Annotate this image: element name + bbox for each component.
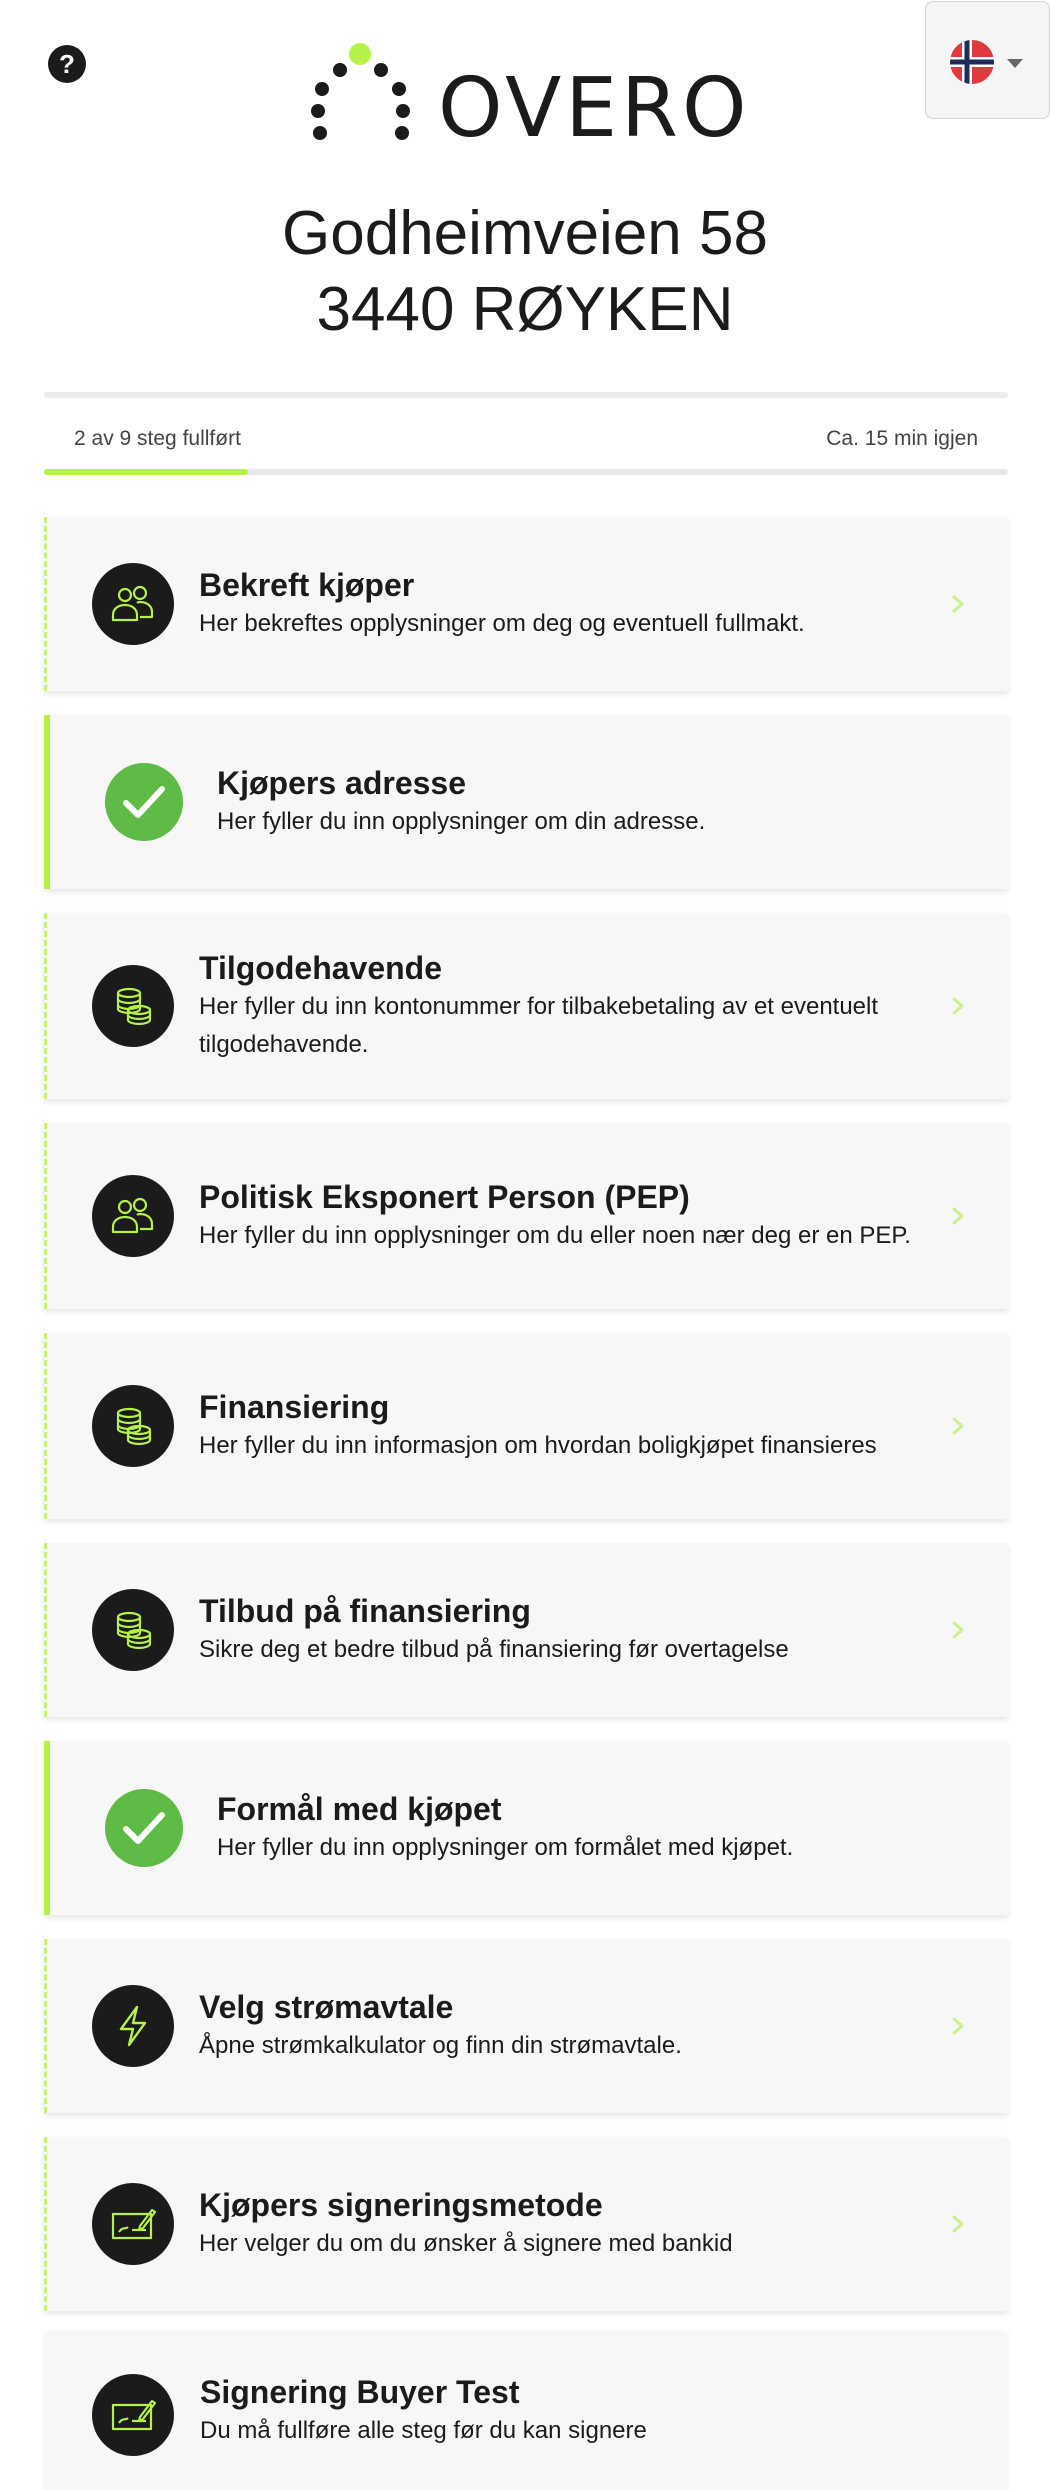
checkmark-icon	[105, 1789, 183, 1867]
chevron-right-icon	[946, 1415, 968, 1437]
step-card[interactable]: Bekreft kjøper Her bekreftes opplysninger…	[44, 517, 1008, 691]
overo-logo: OVERO	[305, 38, 747, 150]
step-description: Du må fullføre alle steg før du kan sign…	[200, 2417, 647, 2444]
step-description: Her fyller du inn opplysninger om du ell…	[199, 1222, 911, 1249]
property-address: Godheimveien 58 3440 RØYKEN	[0, 196, 1050, 348]
step-title: Tilbud på finansiering	[199, 1593, 531, 1629]
step-card[interactable]: Formål med kjøpet Her fyller du inn opply…	[44, 1741, 1008, 1915]
step-text: Politisk Eksponert Person (PEP) Her fylle…	[199, 1177, 939, 1255]
language-selector[interactable]	[925, 1, 1050, 119]
step-card[interactable]: Kjøpers adresse Her fyller du inn opplysn…	[44, 715, 1008, 889]
step-title: Bekreft kjøper	[199, 567, 415, 603]
step-text: Finansiering Her fyller du inn informasjo…	[199, 1387, 939, 1465]
address-postal: 3440 RØYKEN	[316, 275, 734, 344]
step-card[interactable]: Kjøpers signeringsmetode Her velger du om…	[44, 2137, 1008, 2311]
step-description: Her fyller du inn opplysninger om formål…	[217, 1834, 794, 1861]
step-description: Her fyller du inn informasjon om hvordan…	[199, 1432, 877, 1459]
step-card[interactable]: Signering Buyer Test Du må fullføre alle …	[44, 2335, 1008, 2490]
step-description: Åpne strømkalkulator og finn din strømav…	[199, 2032, 682, 2059]
step-title: Kjøpers adresse	[217, 765, 467, 801]
step-description: Sikre deg et bedre tilbud på finansierin…	[199, 1636, 789, 1663]
logo-text: OVERO	[438, 61, 751, 156]
lightning-icon	[92, 1985, 174, 2067]
step-description: Her fyller du inn kontonummer for tilbak…	[199, 993, 879, 1058]
coins-icon	[92, 1385, 174, 1467]
progress-time-left: Ca. 15 min igjen	[826, 427, 978, 450]
signature-icon	[92, 2183, 174, 2265]
chevron-right-icon	[946, 1619, 968, 1641]
norway-flag-icon	[950, 40, 994, 84]
step-text: Tilbud på finansiering Sikre deg et bedre…	[199, 1591, 939, 1669]
chevron-right-icon	[946, 593, 968, 615]
step-description: Her bekreftes opplysninger om deg og eve…	[199, 610, 805, 637]
divider	[44, 392, 1008, 398]
step-text: Tilgodehavende Her fyller du inn kontonum…	[199, 948, 939, 1064]
step-card[interactable]: Tilgodehavende Her fyller du inn kontonum…	[44, 913, 1008, 1099]
chevron-right-icon	[946, 2213, 968, 2235]
step-title: Tilgodehavende	[199, 950, 443, 986]
signature-icon	[92, 2374, 174, 2456]
progress-bar	[44, 469, 1008, 475]
users-icon	[92, 563, 174, 645]
logo-dots	[311, 43, 410, 140]
step-card[interactable]: Tilbud på finansiering Sikre deg et bedre…	[44, 1543, 1008, 1717]
caret-down-icon	[1007, 59, 1023, 68]
step-title: Kjøpers signeringsmetode	[199, 2187, 603, 2223]
step-title: Formål med kjøpet	[217, 1791, 502, 1827]
chevron-right-icon	[946, 2015, 968, 2037]
step-title: Politisk Eksponert Person (PEP)	[199, 1179, 690, 1215]
progress-status: 2 av 9 steg fullført	[74, 427, 241, 450]
users-icon	[92, 1175, 174, 1257]
step-text: Formål med kjøpet Her fyller du inn opply…	[217, 1789, 957, 1867]
step-card[interactable]: Velg strømavtale Åpne strømkalkulator og …	[44, 1939, 1008, 2113]
step-description: Her velger du om du ønsker å signere med…	[199, 2230, 733, 2257]
chevron-right-icon	[946, 1205, 968, 1227]
step-title: Velg strømavtale	[199, 1989, 454, 2025]
step-text: Signering Buyer Test Du må fullføre alle …	[200, 2372, 940, 2450]
help-icon[interactable]: ?	[48, 45, 86, 83]
checkmark-icon	[105, 763, 183, 841]
step-text: Velg strømavtale Åpne strømkalkulator og …	[199, 1987, 939, 2065]
step-text: Kjøpers signeringsmetode Her velger du om…	[199, 2185, 939, 2263]
step-card[interactable]: Politisk Eksponert Person (PEP) Her fylle…	[44, 1123, 1008, 1309]
step-title: Signering Buyer Test	[200, 2374, 520, 2410]
steps-list: Bekreft kjøper Her bekreftes opplysninger…	[44, 517, 1008, 2490]
coins-icon	[92, 965, 174, 1047]
step-text: Kjøpers adresse Her fyller du inn opplysn…	[217, 763, 957, 841]
address-street: Godheimveien 58	[282, 199, 768, 268]
chevron-right-icon	[946, 995, 968, 1017]
step-title: Finansiering	[199, 1389, 390, 1425]
coins-icon	[92, 1589, 174, 1671]
step-text: Bekreft kjøper Her bekreftes opplysninger…	[199, 565, 939, 643]
progress-bar-fill	[44, 469, 248, 475]
step-card[interactable]: Finansiering Her fyller du inn informasjo…	[44, 1333, 1008, 1519]
step-description: Her fyller du inn opplysninger om din ad…	[217, 808, 706, 835]
